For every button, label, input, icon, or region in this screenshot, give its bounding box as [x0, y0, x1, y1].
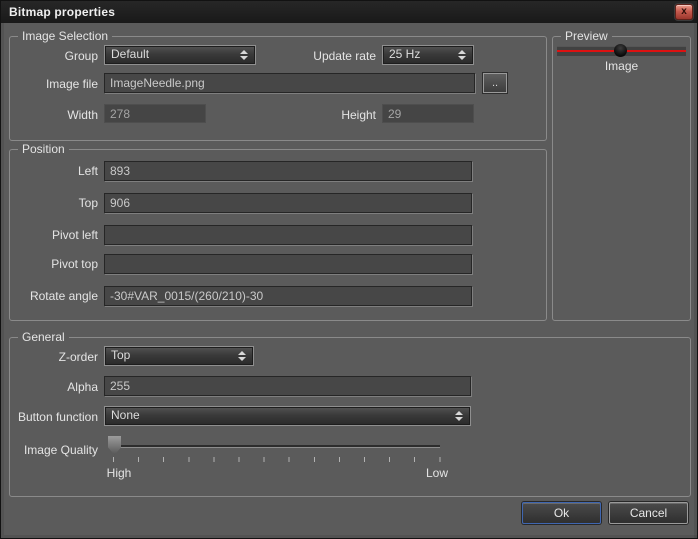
button-function-select-value: None	[111, 407, 448, 424]
image-selection-legend: Image Selection	[18, 29, 112, 44]
title-bar: Bitmap properties	[1, 1, 697, 23]
z-order-select-value: Top	[111, 347, 231, 364]
spinner-arrows-icon	[240, 50, 248, 60]
preview-image	[557, 46, 686, 56]
top-input[interactable]	[104, 193, 472, 213]
rotate-angle-label: Rotate angle	[9, 289, 98, 303]
preview-group: Preview Image	[552, 36, 691, 321]
pivot-left-input[interactable]	[104, 225, 472, 245]
position-legend: Position	[18, 142, 69, 157]
group-select[interactable]: Default	[104, 45, 256, 65]
button-function-select[interactable]: None	[104, 406, 471, 426]
image-file-label: Image file	[9, 77, 98, 91]
update-rate-select-value: 25 Hz	[389, 46, 451, 63]
slider-high-label: High	[99, 466, 139, 480]
rotate-angle-input[interactable]	[104, 286, 472, 306]
pivot-top-input[interactable]	[104, 254, 472, 274]
dialog-title: Bitmap properties	[9, 5, 115, 19]
pivot-left-label: Pivot left	[9, 228, 98, 242]
bitmap-properties-dialog: Bitmap properties x Image Selection Posi…	[0, 0, 698, 539]
slider-low-label: Low	[417, 466, 457, 480]
left-input[interactable]	[104, 161, 472, 181]
pivot-top-label: Pivot top	[9, 257, 98, 271]
image-quality-label: Image Quality	[9, 443, 98, 457]
image-file-input[interactable]	[104, 73, 475, 93]
height-label: Height	[277, 108, 376, 122]
button-function-label: Button function	[9, 410, 98, 424]
preview-legend: Preview	[561, 29, 612, 44]
update-rate-select[interactable]: 25 Hz	[382, 45, 474, 65]
width-label: Width	[9, 108, 98, 122]
dialog-body: Image Selection Position Preview Image G…	[1, 23, 697, 538]
close-icon: x	[681, 7, 687, 17]
spinner-arrows-icon	[458, 50, 466, 60]
height-field	[382, 104, 474, 123]
slider-tick-marks	[113, 457, 441, 462]
update-rate-label: Update rate	[277, 49, 376, 63]
group-label: Group	[9, 49, 98, 63]
cancel-button[interactable]: Cancel	[609, 502, 688, 524]
width-field	[104, 104, 206, 123]
ok-button[interactable]: Ok	[522, 502, 601, 524]
alpha-label: Alpha	[9, 380, 98, 394]
z-order-label: Z-order	[9, 350, 98, 364]
close-button[interactable]: x	[675, 4, 693, 20]
image-quality-slider-track[interactable]	[113, 445, 440, 447]
left-label: Left	[9, 164, 98, 178]
top-label: Top	[9, 196, 98, 210]
spinner-arrows-icon	[238, 351, 246, 361]
alpha-input[interactable]	[104, 376, 471, 396]
browse-button[interactable]: ..	[483, 73, 507, 93]
group-select-value: Default	[111, 46, 233, 63]
z-order-select[interactable]: Top	[104, 346, 254, 366]
general-legend: General	[18, 330, 69, 345]
preview-caption: Image	[553, 59, 690, 73]
spinner-arrows-icon	[455, 411, 463, 421]
needle-knob-graphic	[614, 44, 627, 57]
